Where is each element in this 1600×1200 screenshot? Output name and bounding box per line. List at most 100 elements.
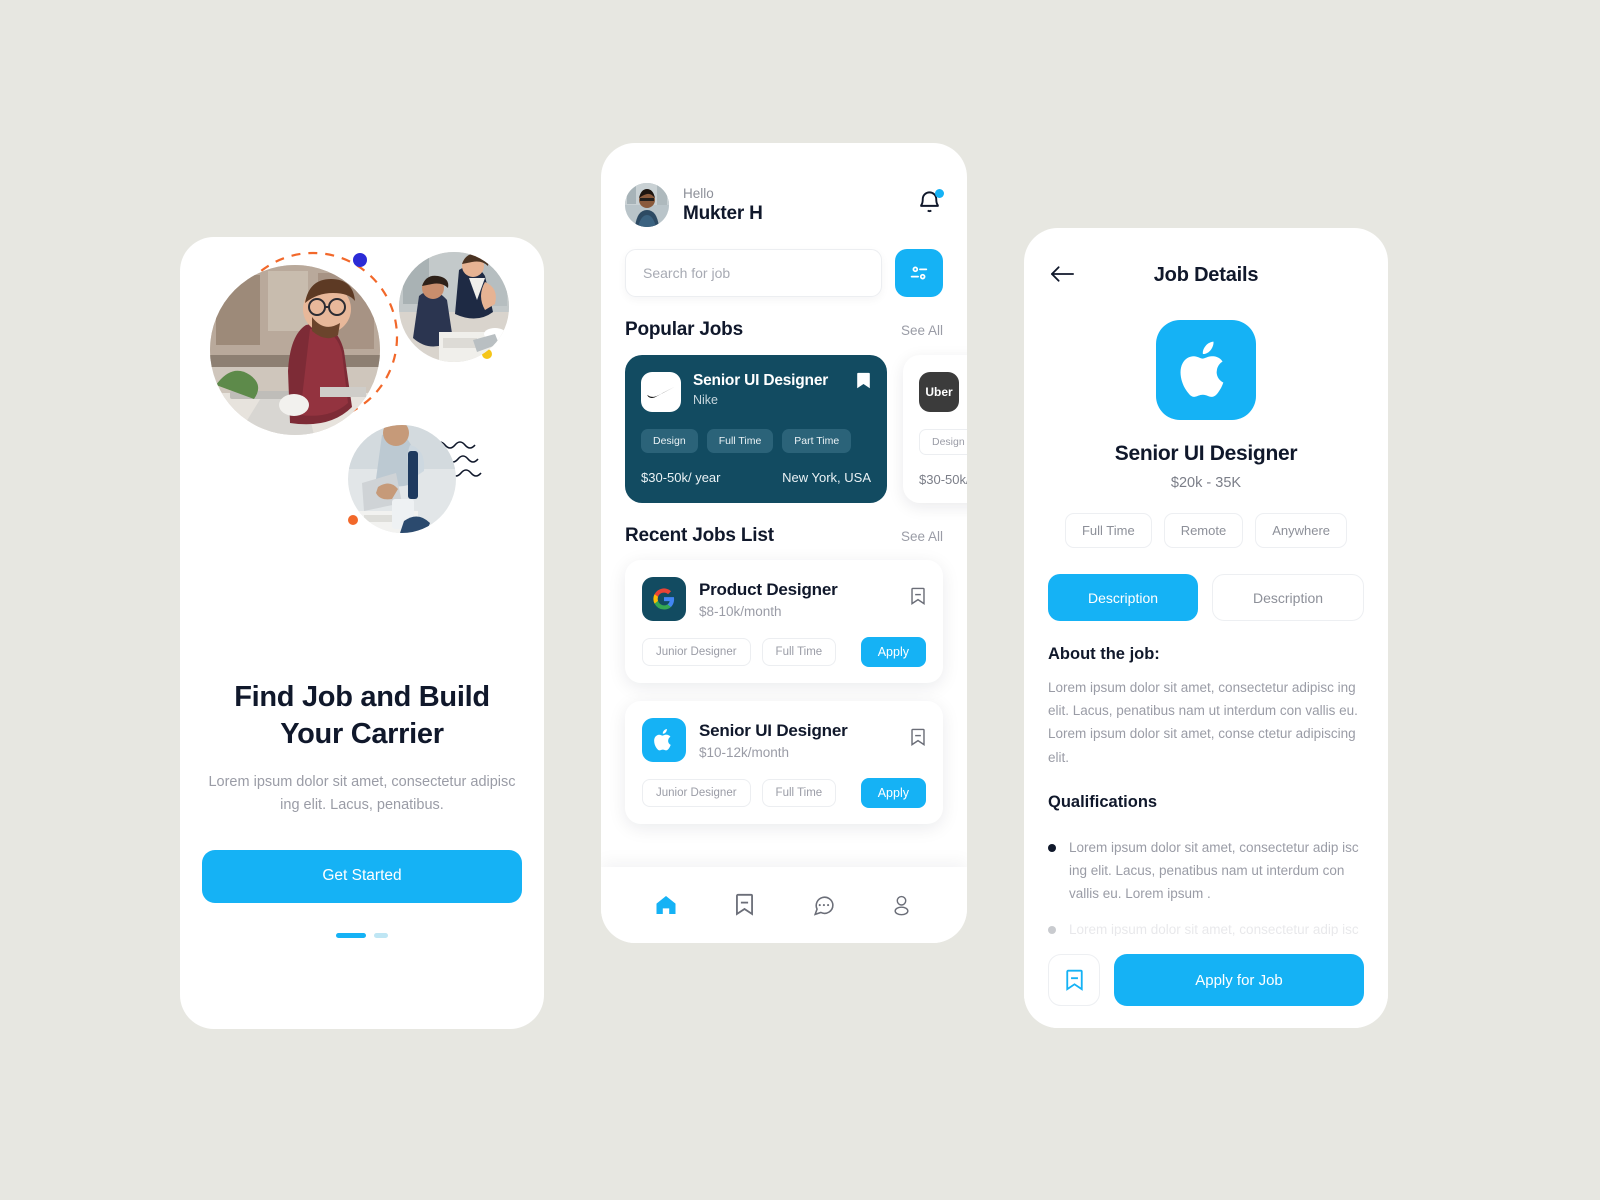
bottom-tab-bar [601,867,967,943]
popular-card-text: Senior UI Designer Nike [693,372,828,407]
job-card-chips: Junior Designer Full Time Apply [642,778,926,808]
apple-icon [1180,341,1224,397]
job-card-header: Product Designer $8-10k/month [642,577,926,621]
phone-onboarding-screen: Find Job and Build Your Carrier Lorem ip… [180,237,544,1029]
avatar-photo [625,183,669,227]
details-tabs: Description Description [1024,548,1388,621]
see-all-popular-link[interactable]: See All [901,323,943,338]
search-row [601,227,967,297]
get-started-button[interactable]: Get Started [202,849,522,903]
uber-logo: Uber [919,372,959,412]
apple-logo [642,718,686,762]
bookmark-icon[interactable] [856,372,871,395]
tab-profile[interactable] [879,882,925,928]
pagination-dot-inactive[interactable] [374,932,388,938]
job-role: Senior UI Designer [1114,442,1298,465]
onboarding-title-line1: Find Job and Build [234,681,490,713]
hero-photo-meeting [399,252,509,362]
bullet-icon [1048,925,1056,934]
job-chip[interactable]: Remote [1163,513,1244,548]
company-logo [1156,320,1256,420]
profile-icon [894,895,909,916]
job-chip[interactable]: Full Time [761,638,837,666]
job-chip[interactable]: Part Time [782,429,852,453]
hero-photo-man-laptop [210,265,380,435]
bookmark-icon[interactable] [910,728,926,752]
list-item[interactable]: Product Designer $8-10k/month Junior Des… [625,560,943,683]
nike-swoosh-icon [647,386,676,398]
home-icon [656,896,676,914]
job-salary: $30-50k/ year [919,472,967,487]
bookmark-icon[interactable] [910,587,926,611]
google-g-icon [653,588,675,610]
see-all-recent-link[interactable]: See All [901,529,943,544]
photo-illustration [210,265,380,435]
list-item: Lorem ipsum dolor sit amet, consectetur … [1048,836,1362,906]
pagination-dot-active[interactable] [336,932,366,938]
popular-card-header: Senior UI Designer Nike [641,372,871,412]
search-input[interactable] [625,249,882,297]
save-job-button[interactable] [1048,954,1100,1006]
bookmark-glyph [911,728,925,746]
nike-logo [641,372,681,412]
tab-description-active[interactable]: Description [1048,574,1198,621]
about-heading: About the job: [1048,645,1160,663]
screenshot-stage: Find Job and Build Your Carrier Lorem ip… [0,0,1600,1200]
filter-button[interactable] [895,249,943,297]
job-chip[interactable]: Design [641,429,698,453]
job-role: Product Designer [699,579,838,599]
avatar[interactable] [625,183,669,227]
details-footer: Apply for Job [1024,936,1388,1028]
greeting-label: Hello [683,186,714,202]
job-chip[interactable]: Junior Designer [642,638,751,666]
bookmark-icon [1065,969,1083,991]
bookmark-glyph [857,372,870,389]
job-salary: $10-12k/month [699,744,790,760]
popular-job-card[interactable]: Uber Senior UI Designer Uber Design Full… [903,355,967,503]
onboarding-subtitle: Lorem ipsum dolor sit amet, consectetur … [208,774,516,814]
qualifications-heading: Qualifications [1048,792,1158,811]
job-salary: $8-10k/month [699,603,782,619]
job-chip[interactable]: Full Time [761,779,837,807]
job-chip[interactable]: Full Time [706,429,774,453]
popular-job-card[interactable]: Senior UI Designer Nike Design Full Time… [625,355,887,503]
apply-button[interactable]: Apply [860,637,926,667]
apply-for-job-button[interactable]: Apply for Job [1114,954,1364,1006]
home-header: Hello Mukter H [601,143,967,227]
notification-bell-button[interactable] [916,189,944,221]
popular-card-footer: $30-50k/ year New York, USA [919,472,967,487]
onboarding-title-line2: Your Carrier [280,718,444,751]
popular-jobs-section-header: Popular Jobs See All [601,297,967,341]
job-card-text: Product Designer $8-10k/month [699,580,838,619]
job-chip[interactable]: Junior Designer [642,779,751,807]
popular-card-footer: $30-50k/ year New York, USA [641,470,871,485]
chat-icon [813,896,834,916]
job-chip[interactable]: Full Time [1064,513,1152,548]
tab-description-secondary[interactable]: Description [1212,574,1364,621]
photo-illustration [399,252,509,362]
job-role: Senior UI Designer [693,372,829,389]
job-salary: $20k - 35K [1170,475,1242,491]
user-name: Mukter H [683,202,763,224]
popular-card-chips: Design Full Time Part Time [919,429,967,455]
tab-saved[interactable] [722,882,768,928]
bookmark-glyph [911,587,925,605]
tab-home[interactable] [643,882,689,928]
popular-jobs-scroller[interactable]: Senior UI Designer Nike Design Full Time… [601,341,967,503]
bookmark-icon [736,893,754,916]
notification-badge [935,189,944,198]
list-item[interactable]: Senior UI Designer $10-12k/month Junior … [625,701,943,824]
job-chip[interactable]: Anywhere [1255,513,1348,548]
apply-button[interactable]: Apply [860,778,926,808]
job-card-chips: Junior Designer Full Time Apply [642,637,926,667]
job-card-text: Senior UI Designer $10-12k/month [699,721,848,760]
page-title: Job Details [1153,264,1259,286]
tab-messages[interactable] [800,882,846,928]
job-attribute-chips: Full Time Remote Anywhere [1024,513,1388,548]
job-salary: $30-50k/ year [641,470,721,485]
recent-jobs-section-header: Recent Jobs List See All [601,503,967,547]
onboarding-title: Find Job and Build Your Carrier [210,679,514,753]
sliders-icon [910,266,928,280]
job-chip[interactable]: Design [919,429,967,455]
job-card-header: Senior UI Designer $10-12k/month [642,718,926,762]
